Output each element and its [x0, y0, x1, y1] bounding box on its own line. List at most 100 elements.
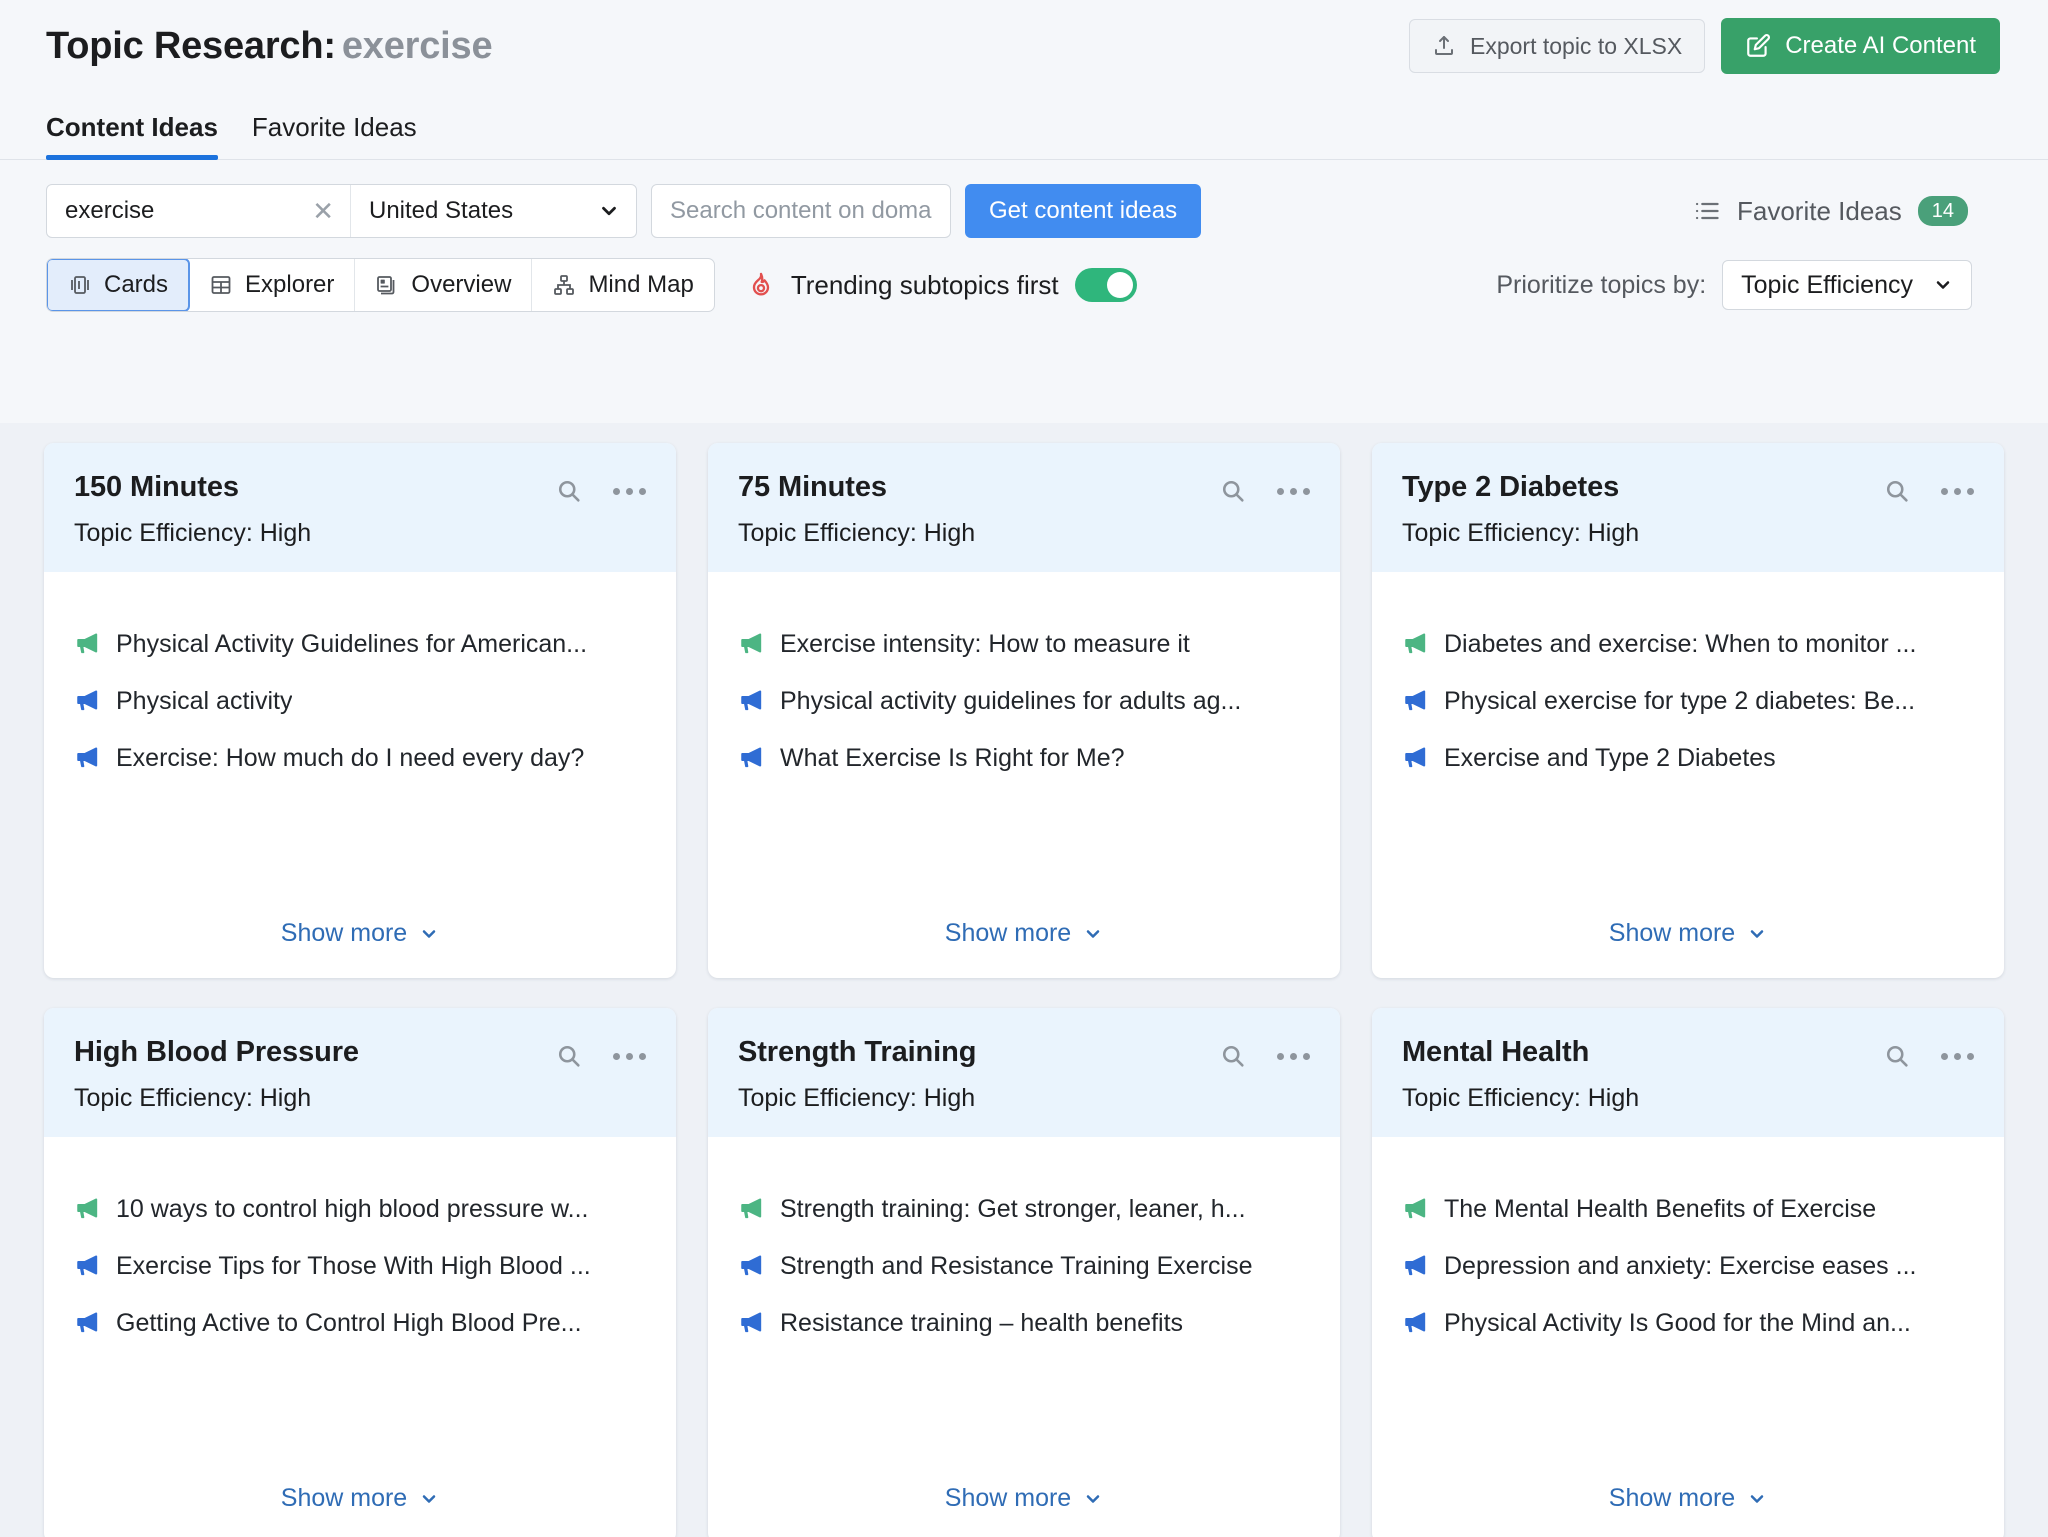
idea-item[interactable]: Physical exercise for type 2 diabetes: B…	[1402, 687, 1974, 716]
tab-content-ideas[interactable]: Content Ideas	[46, 112, 218, 160]
topic-card[interactable]: Type 2 Diabetes Topic Efficiency: High D…	[1372, 443, 2004, 978]
upload-icon	[1432, 34, 1456, 58]
topic-card-footer: Show more	[708, 919, 1340, 978]
mindmap-icon	[552, 273, 576, 297]
switch-knob	[1106, 272, 1133, 298]
view-toolbar: Cards Explorer Overview Mind Map Trendin…	[0, 238, 2048, 312]
search-icon[interactable]	[1883, 477, 1911, 505]
more-options-icon[interactable]	[1277, 487, 1310, 495]
idea-item[interactable]: Exercise: How much do I need every day?	[74, 744, 646, 773]
page-header: Topic Research: exercise Export topic to …	[0, 0, 2048, 92]
megaphone-icon	[738, 1252, 764, 1278]
more-options-icon[interactable]	[613, 487, 646, 495]
idea-text: Strength and Resistance Training Exercis…	[780, 1251, 1253, 1280]
topic-card-efficiency: Topic Efficiency: High	[1402, 1084, 1640, 1112]
topic-card-header: 150 Minutes Topic Efficiency: High	[44, 443, 676, 572]
idea-item[interactable]: Diabetes and exercise: When to monitor .…	[1402, 630, 1974, 659]
idea-item[interactable]: 10 ways to control high blood pressure w…	[74, 1195, 646, 1224]
idea-text: Exercise intensity: How to measure it	[780, 630, 1190, 658]
idea-item[interactable]: Exercise Tips for Those With High Blood …	[74, 1252, 646, 1281]
show-more-label: Show more	[280, 919, 408, 947]
view-cards-label: Cards	[104, 271, 169, 298]
country-select[interactable]: United States	[351, 185, 636, 237]
create-ai-content-label: Create AI Content	[1785, 32, 1976, 59]
idea-item[interactable]: The Mental Health Benefits of Exercise	[1402, 1195, 1974, 1224]
prioritize-select[interactable]: Topic Efficiency	[1722, 260, 1972, 310]
megaphone-icon	[738, 1195, 764, 1221]
idea-item[interactable]: Resistance training – health benefits	[738, 1309, 1310, 1338]
topic-card-ideas: The Mental Health Benefits of Exercise De…	[1372, 1137, 2004, 1484]
idea-item[interactable]: Exercise intensity: How to measure it	[738, 630, 1310, 659]
idea-item[interactable]: Depression and anxiety: Exercise eases .…	[1402, 1252, 1974, 1281]
topic-card-ideas: Diabetes and exercise: When to monitor .…	[1372, 572, 2004, 919]
view-mind-map-label: Mind Map	[588, 271, 694, 298]
trending-subtopics-switch[interactable]	[1074, 268, 1137, 302]
show-more-link[interactable]: Show more	[281, 1484, 439, 1513]
favorite-ideas-count-badge: 14	[1917, 196, 1968, 226]
search-input[interactable]	[651, 184, 951, 238]
idea-text: Exercise and Type 2 Diabetes	[1444, 743, 1776, 772]
export-topic-button[interactable]: Export topic to XLSX	[1408, 19, 1706, 73]
search-icon[interactable]	[555, 477, 583, 505]
view-mind-map[interactable]: Mind Map	[532, 259, 713, 311]
idea-item[interactable]: Strength and Resistance Training Exercis…	[738, 1252, 1310, 1281]
topic-card[interactable]: Strength Training Topic Efficiency: High…	[708, 1008, 1340, 1537]
prioritize-value: Topic Efficiency	[1741, 270, 1913, 299]
search-icon[interactable]	[1883, 1042, 1911, 1070]
topic-card[interactable]: Mental Health Topic Efficiency: High The…	[1372, 1008, 2004, 1537]
megaphone-icon	[738, 630, 764, 656]
country-value: United States	[369, 197, 514, 224]
tab-favorite-ideas[interactable]: Favorite Ideas	[252, 112, 417, 159]
show-more-link[interactable]: Show more	[1609, 919, 1767, 948]
idea-item[interactable]: Getting Active to Control High Blood Pre…	[74, 1309, 646, 1338]
keyword-country-combo: exercise ✕ United States	[46, 184, 637, 238]
view-cards[interactable]: Cards	[46, 259, 191, 311]
topic-card[interactable]: 150 Minutes Topic Efficiency: High Physi…	[44, 443, 676, 978]
keyword-input[interactable]: exercise ✕	[47, 185, 351, 237]
topic-card[interactable]: High Blood Pressure Topic Efficiency: Hi…	[44, 1008, 676, 1537]
more-options-icon[interactable]	[1277, 1052, 1310, 1060]
show-more-label: Show more	[1608, 919, 1736, 947]
show-more-label: Show more	[280, 1484, 408, 1512]
topic-card-title: Type 2 Diabetes	[1402, 471, 1620, 503]
show-more-link[interactable]: Show more	[945, 919, 1103, 948]
idea-item[interactable]: Exercise and Type 2 Diabetes	[1402, 744, 1974, 773]
chevron-down-icon	[419, 924, 439, 944]
view-overview[interactable]: Overview	[355, 259, 533, 311]
search-icon[interactable]	[1219, 477, 1247, 505]
idea-item[interactable]: Physical Activity Is Good for the Mind a…	[1402, 1309, 1974, 1338]
idea-item[interactable]: What Exercise Is Right for Me?	[738, 744, 1310, 773]
idea-item[interactable]: Strength training: Get stronger, leaner,…	[738, 1195, 1310, 1224]
page-title: Topic Research: exercise	[46, 25, 493, 68]
create-ai-content-button[interactable]: Create AI Content	[1721, 18, 2000, 74]
more-options-icon[interactable]	[1941, 1052, 1974, 1060]
topic-card[interactable]: 75 Minutes Topic Efficiency: High Exerci…	[708, 443, 1340, 978]
prioritize-group: Prioritize topics by: Topic Efficiency	[1496, 260, 2002, 310]
favorite-ideas-button[interactable]: Favorite Ideas 14	[1693, 196, 2002, 227]
search-icon[interactable]	[1219, 1042, 1247, 1070]
get-content-ideas-button[interactable]: Get content ideas	[965, 184, 1202, 238]
idea-text: Strength training: Get stronger, leaner,…	[780, 1195, 1246, 1223]
edit-square-icon	[1745, 33, 1771, 59]
more-options-icon[interactable]	[1941, 487, 1974, 495]
topic-card-header: Strength Training Topic Efficiency: High	[708, 1008, 1340, 1137]
topic-card-title: High Blood Pressure	[74, 1036, 359, 1068]
megaphone-icon	[74, 687, 100, 713]
favorite-ideas-label: Favorite Ideas	[1737, 195, 1902, 226]
idea-text: Exercise Tips for Those With High Blood …	[116, 1251, 591, 1280]
idea-text: Physical Activity Is Good for the Mind a…	[1444, 1308, 1911, 1337]
chevron-down-icon	[598, 200, 620, 222]
chevron-down-icon	[1933, 275, 1953, 295]
search-icon[interactable]	[555, 1042, 583, 1070]
view-explorer[interactable]: Explorer	[189, 259, 356, 311]
idea-item[interactable]: Physical activity guidelines for adults …	[738, 687, 1310, 716]
idea-item[interactable]: Physical activity	[74, 687, 646, 716]
idea-item[interactable]: Physical Activity Guidelines for America…	[74, 630, 646, 659]
show-more-link[interactable]: Show more	[1609, 1484, 1767, 1513]
show-more-link[interactable]: Show more	[945, 1484, 1103, 1513]
close-icon[interactable]: ✕	[312, 198, 334, 224]
topic-card-title: 150 Minutes	[74, 471, 239, 503]
show-more-link[interactable]: Show more	[281, 919, 439, 948]
megaphone-icon	[738, 687, 764, 713]
more-options-icon[interactable]	[613, 1052, 646, 1060]
